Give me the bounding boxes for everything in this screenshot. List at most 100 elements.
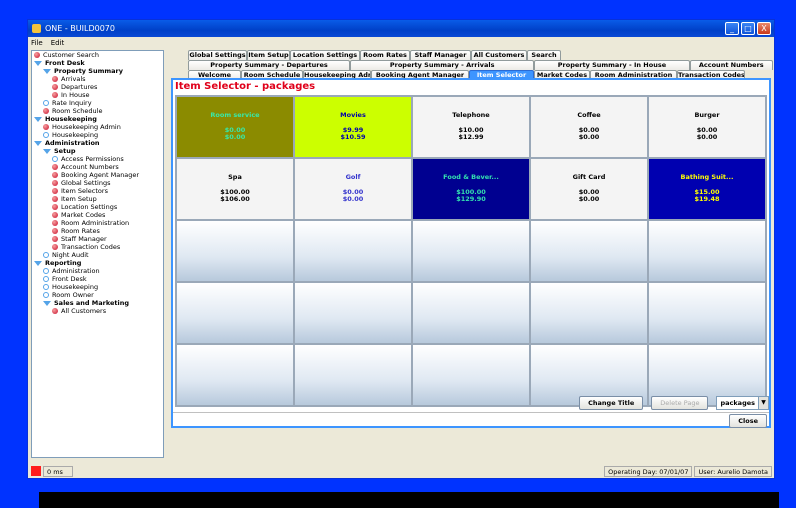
tree-item[interactable]: Room Owner [32, 291, 163, 299]
tree-item[interactable]: Access Permissions [32, 155, 163, 163]
expand-triangle-icon [34, 260, 42, 266]
panel-title: Item Selector - packages [175, 81, 316, 92]
circle-node-icon [43, 292, 49, 298]
item-price-total: $0.00 [578, 195, 600, 203]
item-button[interactable]: Food & Bever... $100.00 $129.90 [412, 158, 530, 220]
expand-triangle-icon [34, 60, 42, 66]
leaf-node-icon [52, 180, 58, 186]
tree-item[interactable]: In House [32, 91, 163, 99]
tree-item[interactable]: Customer Search [32, 51, 163, 59]
tree-item[interactable]: Transaction Codes [32, 243, 163, 251]
item-grid: Room service $0.00 $0.00 Movies $9.99 $10.59 T… [175, 95, 767, 407]
empty-item-slot[interactable] [530, 282, 648, 344]
item-name: Room service [210, 111, 260, 119]
tree-item[interactable]: Room Rates [32, 227, 163, 235]
tree-item[interactable]: Housekeeping [32, 131, 163, 139]
tab[interactable]: Account Numbers [689, 60, 773, 70]
tree-item-label: Front Desk [45, 59, 85, 67]
circle-node-icon [43, 284, 49, 290]
tab[interactable]: Property Summary - Arrivals [350, 60, 535, 70]
tab[interactable]: Room Rates [360, 50, 410, 60]
page-select-value: packages [720, 399, 755, 407]
page-select[interactable]: packages ▼ [716, 396, 769, 410]
tree-item[interactable]: Staff Manager [32, 235, 163, 243]
tab[interactable]: All Customers [471, 50, 527, 60]
tree-item[interactable]: Reporting [32, 259, 163, 267]
empty-item-slot[interactable] [294, 220, 412, 282]
item-button[interactable]: Spa $100.00 $106.00 [176, 158, 294, 220]
close-window-button[interactable]: X [757, 22, 771, 35]
maximize-button[interactable]: □ [741, 22, 755, 35]
empty-item-slot[interactable] [176, 220, 294, 282]
tree-item[interactable]: Housekeeping Admin [32, 123, 163, 131]
item-button[interactable]: Gift Card $0.00 $0.00 [530, 158, 648, 220]
tree-item[interactable]: Account Numbers [32, 163, 163, 171]
empty-item-slot[interactable] [530, 220, 648, 282]
tree-item[interactable]: Departures [32, 83, 163, 91]
empty-item-slot[interactable] [176, 282, 294, 344]
empty-item-slot[interactable] [294, 282, 412, 344]
tab[interactable]: Search [527, 50, 561, 60]
tree-item[interactable]: Room Schedule [32, 107, 163, 115]
tree-item[interactable]: Administration [32, 139, 163, 147]
tree-item[interactable]: Property Summary [32, 67, 163, 75]
tree-item[interactable]: Night Audit [32, 251, 163, 259]
tree-item[interactable]: Housekeeping [32, 115, 163, 123]
tab[interactable]: Item Setup [247, 50, 290, 60]
item-button[interactable]: Movies $9.99 $10.59 [294, 96, 412, 158]
tree-item[interactable]: Booking Agent Manager [32, 171, 163, 179]
tree-item-label: Rate Inquiry [52, 99, 92, 107]
empty-item-slot[interactable] [412, 282, 530, 344]
tree-item[interactable]: Rate Inquiry [32, 99, 163, 107]
menu-edit[interactable]: Edit [51, 39, 65, 47]
delete-page-button[interactable]: Delete Page [651, 396, 709, 410]
item-button[interactable]: Bathing Suit... $15.00 $19.48 [648, 158, 766, 220]
tab[interactable]: Location Settings [290, 50, 360, 60]
minimize-button[interactable]: _ [725, 22, 739, 35]
tree-item-label: Room Administration [61, 219, 130, 227]
tree-item[interactable]: Front Desk [32, 275, 163, 283]
leaf-node-icon [34, 52, 40, 58]
leaf-node-icon [52, 212, 58, 218]
tab[interactable]: Staff Manager [410, 50, 471, 60]
tree-item[interactable]: Global Settings [32, 179, 163, 187]
tree-item[interactable]: Market Codes [32, 211, 163, 219]
item-button[interactable]: Golf $0.00 $0.00 [294, 158, 412, 220]
tab-row-2: Property Summary - Departures Property Su… [168, 60, 773, 70]
tree-item[interactable]: Room Administration [32, 219, 163, 227]
item-button[interactable]: Burger $0.00 $0.00 [648, 96, 766, 158]
tree-item[interactable]: Setup [32, 147, 163, 155]
leaf-node-icon [52, 204, 58, 210]
leaf-node-icon [52, 188, 58, 194]
chevron-down-icon[interactable]: ▼ [758, 397, 768, 409]
tree-item[interactable]: Item Setup [32, 195, 163, 203]
tab[interactable]: Property Summary - Departures [188, 60, 351, 70]
tree-item[interactable]: All Customers [32, 307, 163, 315]
tab[interactable]: Property Summary - In House [534, 60, 690, 70]
empty-item-slot[interactable] [648, 282, 766, 344]
close-button[interactable]: Close [729, 413, 767, 428]
tab[interactable]: Global Settings [188, 50, 247, 60]
tree-item[interactable]: Housekeeping [32, 283, 163, 291]
tree-item[interactable]: Sales and Marketing [32, 299, 163, 307]
item-price-total: $106.00 [220, 195, 250, 203]
tree-item[interactable]: Location Settings [32, 203, 163, 211]
item-button[interactable]: Coffee $0.00 $0.00 [530, 96, 648, 158]
tree-item-label: Administration [52, 267, 100, 275]
item-button[interactable]: Telephone $10.00 $12.99 [412, 96, 530, 158]
leaf-node-icon [52, 308, 58, 314]
item-button[interactable]: Room service $0.00 $0.00 [176, 96, 294, 158]
item-name: Coffee [577, 111, 601, 119]
empty-item-slot[interactable] [412, 220, 530, 282]
tree-item[interactable]: Arrivals [32, 75, 163, 83]
item-name: Food & Bever... [443, 173, 499, 181]
empty-item-slot[interactable] [648, 220, 766, 282]
change-title-button[interactable]: Change Title [579, 396, 644, 410]
status-ms: 0 ms [43, 465, 73, 477]
tree-item[interactable]: Front Desk [32, 59, 163, 67]
tree-item[interactable]: Item Selectors [32, 187, 163, 195]
tree-item[interactable]: Administration [32, 267, 163, 275]
menu-file[interactable]: File [31, 39, 43, 47]
item-price-total: $0.00 [342, 195, 364, 203]
tree-item-label: Location Settings [61, 203, 118, 211]
